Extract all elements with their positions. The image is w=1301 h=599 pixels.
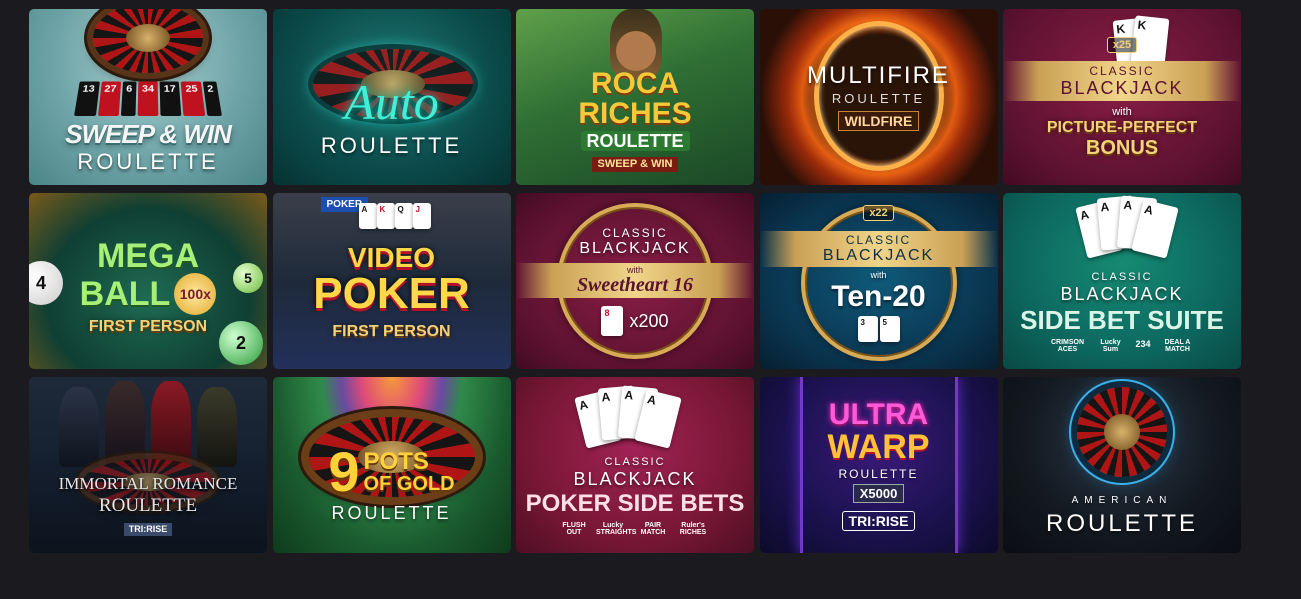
game-tile-classic-blackjack-side-bet-suite[interactable]: A A A A CLASSIC BLACKJACK SIDE BET SUITE…	[1003, 193, 1241, 369]
game-tile-classic-blackjack-sweetheart-16[interactable]: CLASSIC BLACKJACK with Sweetheart 16 8 x…	[516, 193, 754, 369]
game-tile-classic-blackjack-picture-perfect[interactable]: K K x25 CLASSIC BLACKJACK with PICTURE-P…	[1003, 9, 1241, 185]
game-title-line: with	[870, 269, 887, 280]
game-tile-auto-roulette[interactable]: Auto ROULETTE	[272, 9, 511, 185]
number-chip: 6	[120, 81, 137, 116]
game-title-line: AMERICAN	[1071, 495, 1173, 506]
game-tile-9-pots-of-gold-roulette[interactable]: 9 POTS OF GOLD ROULETTE	[272, 377, 511, 553]
game-title-line: ROULETTE	[838, 466, 919, 481]
game-title-line: SIDE BET SUITE	[1020, 304, 1224, 335]
game-title-line: TRI:RISE	[123, 522, 173, 536]
game-title-line: POKER	[313, 269, 470, 318]
game-tile-classic-blackjack-poker-side-bets[interactable]: A A A A CLASSIC BLACKJACK POKER SIDE BET…	[516, 377, 754, 553]
game-tile-video-poker-first-person[interactable]: POKER A K Q J VIDEO POKER FIRST PERSON	[272, 193, 511, 369]
number-chip: 25	[181, 81, 205, 116]
game-title-line: ROULETTE	[1045, 510, 1198, 537]
game-title-line: FIRST PERSON	[88, 318, 208, 335]
side-bet-logo: Ruler's RICHES	[679, 521, 707, 536]
game-title-line: ROULETTE	[831, 90, 926, 106]
game-title-line: MEGA	[97, 237, 199, 275]
game-title-line: ULTRA	[828, 397, 929, 431]
game-title-line: CLASSIC	[604, 455, 666, 468]
game-title-line: ROCA	[590, 66, 680, 100]
game-title-line: VIDEO	[347, 242, 436, 273]
side-bet-logo: FLUSH OUT	[562, 521, 586, 536]
side-bet-logo: PAIR MATCH	[640, 521, 666, 536]
game-title-line: WILDFIRE	[837, 110, 920, 131]
game-grid: 13 27 6 34 17 25 2 SWEEP & WIN ROULETTE …	[29, 9, 1241, 553]
game-title-line: BLACKJACK	[573, 468, 697, 489]
game-title-line: ROULETTE	[331, 503, 452, 523]
side-bet-logo: DEAL A MATCH	[1164, 338, 1191, 353]
game-title-line: Auto	[344, 74, 439, 130]
multiplier-badge: x22	[863, 204, 894, 221]
game-title-line: OF GOLD	[363, 473, 455, 495]
number-chip: 13	[74, 81, 100, 116]
number-chip: 2	[202, 81, 222, 116]
multiplier-badge: 100x	[174, 273, 217, 315]
game-title-line: CLASSIC	[1091, 270, 1153, 283]
game-title-line: BLACKJACK	[822, 246, 935, 264]
game-title-line: WARP	[827, 427, 930, 466]
game-title-line: ROULETTE	[320, 133, 463, 158]
side-bet-logo: CRIMSON ACES	[1050, 338, 1085, 353]
side-bet-logo: 234	[1135, 338, 1151, 349]
multiplier-badge: x25	[1106, 36, 1138, 53]
side-bet-logo: Lucky STRAIGHTS	[596, 521, 637, 536]
number-chip: 27	[97, 81, 121, 116]
game-title-line: ROULETTE	[98, 494, 198, 516]
game-tile-sweep-win-roulette[interactable]: 13 27 6 34 17 25 2 SWEEP & WIN ROULETTE	[29, 9, 267, 185]
game-title-line: MULTIFIRE	[807, 61, 950, 89]
game-tile-immortal-romance-roulette[interactable]: IMMORTAL ROMANCE ROULETTE TRI:RISE	[29, 377, 267, 553]
game-title-line: BLACKJACK	[579, 239, 691, 257]
game-title-line: 9	[328, 440, 360, 503]
game-tile-american-roulette[interactable]: AMERICAN ROULETTE	[1003, 377, 1241, 553]
game-title-line: BALL	[79, 275, 171, 313]
game-tile-roca-riches-roulette[interactable]: ROCA RICHES ROULETTE SWEEP & WIN	[516, 9, 754, 185]
number-chip: 17	[159, 81, 182, 116]
game-title-line: Sweetheart 16	[576, 273, 694, 296]
game-title-line: Ten-20	[831, 279, 926, 313]
game-title-line: ROULETTE	[77, 149, 219, 174]
game-title-line: POTS	[363, 448, 429, 475]
game-title-line: BLACKJACK	[1060, 77, 1184, 98]
game-tile-classic-blackjack-ten-20[interactable]: x22 CLASSIC BLACKJACK with Ten-20 3 5	[759, 193, 998, 369]
game-title-line: PICTURE-PERFECT	[1046, 118, 1198, 136]
side-bet-logo: Lucky Sum	[1100, 338, 1121, 353]
game-tile-mega-ball-first-person[interactable]: 4 5 2 MEGA BALL 100x FIRST PERSON	[29, 193, 267, 369]
game-title-line: X5000	[852, 483, 905, 503]
game-title-line: SWEEP & WIN	[65, 119, 232, 149]
game-title-line: POKER SIDE BETS	[525, 489, 745, 517]
game-title-line: with	[1112, 105, 1132, 118]
multiplier-label: x200	[629, 310, 669, 331]
number-chip: 34	[137, 81, 159, 116]
game-tile-ultra-warp-roulette[interactable]: ULTRA WARP ROULETTE X5000 TRI:RISE	[759, 377, 998, 553]
game-title-line: RICHES	[578, 96, 692, 130]
game-title-line: IMMORTAL ROMANCE	[58, 473, 238, 493]
game-title-line: ROULETTE	[580, 130, 690, 151]
game-title-line: CLASSIC	[1089, 63, 1155, 78]
game-title-line: SWEEP & WIN	[591, 156, 679, 172]
game-title-line: CLASSIC	[845, 232, 912, 247]
game-title-line: BONUS	[1085, 136, 1159, 159]
game-title-line: BLACKJACK	[1060, 283, 1184, 304]
game-title-line: FIRST PERSON	[332, 323, 451, 340]
game-title-line: CLASSIC	[602, 225, 668, 240]
game-tile-multifire-roulette-wildfire[interactable]: MULTIFIRE ROULETTE WILDFIRE	[759, 9, 998, 185]
game-title-line: TRI:RISE	[841, 510, 916, 531]
